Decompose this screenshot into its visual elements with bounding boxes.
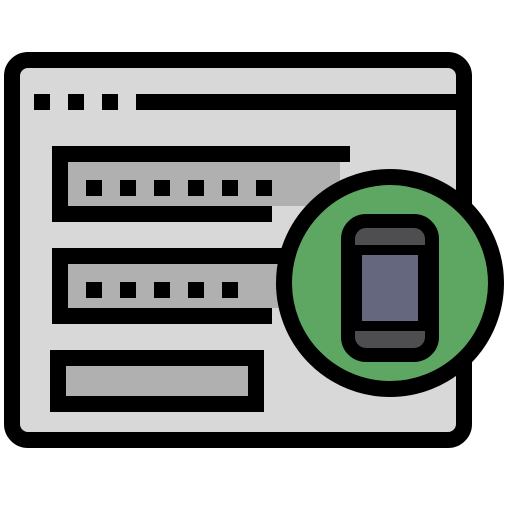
- window-control-dot[interactable]: [68, 94, 84, 110]
- mask-dot: [188, 282, 204, 298]
- mask-dot: [86, 180, 102, 196]
- window-control-dot[interactable]: [102, 94, 118, 110]
- phone-screen: [352, 245, 428, 331]
- mobile-login-form-icon: [4, 52, 504, 448]
- mask-dot: [120, 180, 136, 196]
- mask-dot: [188, 180, 204, 196]
- icon-canvas: [0, 0, 512, 512]
- mask-dot: [120, 282, 136, 298]
- mask-dot: [222, 282, 238, 298]
- mask-dot: [154, 180, 170, 196]
- smartphone-icon: [341, 214, 439, 362]
- button-box: [50, 350, 264, 412]
- submit-button[interactable]: [50, 350, 264, 412]
- mask-dot: [222, 180, 238, 196]
- password-field[interactable]: [52, 146, 350, 222]
- mask-dot: [256, 180, 272, 196]
- address-bar[interactable]: [136, 94, 464, 110]
- password-field[interactable]: [52, 248, 284, 324]
- mask-dot: [86, 282, 102, 298]
- mask-dot: [154, 282, 170, 298]
- window-control-dot[interactable]: [34, 94, 50, 110]
- mobile-badge: [276, 169, 504, 397]
